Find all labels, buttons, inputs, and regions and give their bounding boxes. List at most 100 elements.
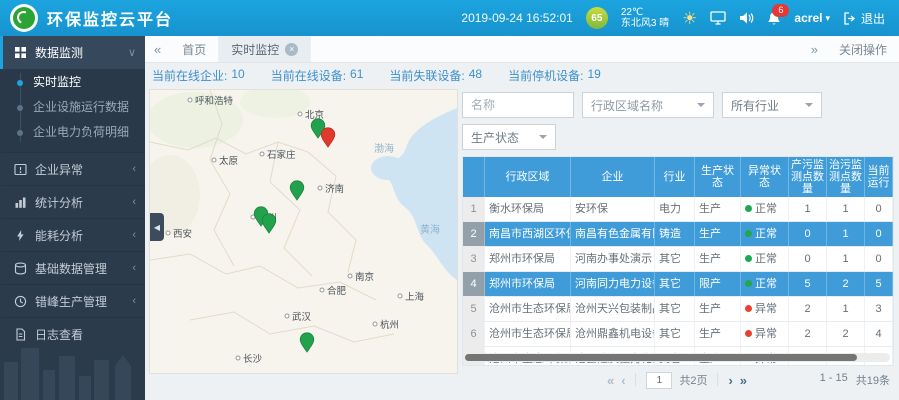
speaker-icon[interactable]: [739, 11, 754, 25]
horizontal-scrollbar[interactable]: [464, 353, 890, 362]
col-running[interactable]: 当前运行: [865, 157, 893, 197]
datetime: 2019-09-24 16:52:01: [461, 11, 572, 25]
chevron-left-icon: ‹: [132, 229, 136, 241]
tabs-scroll-left-icon[interactable]: «: [145, 42, 170, 57]
col-prod-status[interactable]: 生产状态: [695, 157, 741, 197]
sidebar-item-enterprise-abnormal[interactable]: 企业异常 ‹: [0, 152, 145, 185]
logout-icon: [843, 12, 857, 25]
table-row[interactable]: 5 沧州市生态环保局 沧州天兴包装制品 其它 生产 异常 2 1 3: [463, 297, 893, 322]
col-industry[interactable]: 行业: [655, 157, 695, 197]
next-page-button[interactable]: ›: [728, 374, 732, 387]
lost-devices-value: 48: [469, 67, 482, 84]
header-right: 2019-09-24 16:52:01 65 22℃ 东北风3 晴 ☀ 6 ac…: [461, 7, 899, 29]
sidebar-item-staggered-production[interactable]: 错峰生产管理 ‹: [0, 284, 145, 317]
city-label: 石家庄: [267, 149, 296, 161]
weather-block: 22℃ 东北风3 晴: [621, 7, 669, 29]
table-row-selected[interactable]: 2 南昌市西湖区环保 南昌有色金属有限 铸造 生产 正常 0 1 0: [463, 222, 893, 247]
grid-icon: [13, 46, 27, 59]
clock-icon: [13, 295, 27, 308]
online-companies-label: 当前在线企业:: [152, 67, 227, 84]
table-row[interactable]: 1 衡水环保局 安环保 电力 生产 正常 1 1 0: [463, 197, 893, 222]
monitor-icon[interactable]: [710, 11, 726, 25]
status-dot-green: [745, 205, 752, 212]
chevron-down-icon: ∨: [128, 46, 136, 59]
app-screen: 环保监控云平台 2019-09-24 16:52:01 65 22℃ 东北风3 …: [0, 0, 899, 400]
sidebar: 数据监测 ∨ 实时监控 企业设施运行数据 企业电力负荷明细 企业异常 ‹ 统计分…: [0, 36, 145, 400]
city-label: 南京: [355, 271, 374, 283]
chevron-left-icon: ‹: [132, 196, 136, 208]
name-filter-field[interactable]: [462, 92, 574, 118]
first-page-button[interactable]: «: [607, 374, 614, 387]
china-map[interactable]: 呼和浩特 北京 石家庄 太原 济南 郑州 西安 南京 合肥 上海 武汉 杭州 长…: [150, 90, 457, 373]
chevron-left-icon: ‹: [132, 262, 136, 274]
sidebar-item-energy-analysis[interactable]: 能耗分析 ‹: [0, 218, 145, 251]
tab-realtime-monitor[interactable]: 实时监控 ×: [219, 36, 311, 62]
col-treatment-points[interactable]: 治污监测点数量: [827, 157, 865, 197]
bar-chart-icon: [13, 196, 27, 209]
col-pollution-points[interactable]: 产污监测点数量: [789, 157, 827, 197]
sidebar-item-facility-data[interactable]: 企业设施运行数据: [0, 95, 145, 120]
sidebar-item-data-monitor[interactable]: 数据监测 ∨: [0, 36, 145, 69]
aqi-badge: 65: [586, 7, 608, 29]
city-label: 西安: [173, 228, 192, 240]
sidebar-item-base-data[interactable]: 基础数据管理 ‹: [0, 251, 145, 284]
sidebar-item-statistics[interactable]: 统计分析 ‹: [0, 185, 145, 218]
database-icon: [13, 262, 27, 275]
status-filter-select[interactable]: 生产状态: [462, 124, 556, 150]
pagination-bar: « ‹ │ 共2页 │ › » 1 - 15 共19条: [462, 368, 892, 392]
sidebar-item-power-load-detail[interactable]: 企业电力负荷明细: [0, 120, 145, 145]
table-row[interactable]: 3 郑州市环保局 河南办事处演示 其它 生产 正常 0 1 0: [463, 247, 893, 272]
record-range: 1 - 15: [820, 372, 848, 388]
close-tab-icon[interactable]: ×: [285, 43, 298, 56]
close-operations-button[interactable]: 关闭操作: [839, 41, 887, 58]
chevron-left-icon: ‹: [132, 295, 136, 307]
last-page-button[interactable]: »: [740, 374, 747, 387]
col-company[interactable]: 企业: [571, 157, 655, 197]
col-rownum: [463, 157, 485, 197]
col-abnormal-status[interactable]: 异常状态: [741, 157, 789, 197]
sun-icon: ☀: [682, 10, 697, 27]
chevron-down-icon: ▾: [825, 13, 830, 24]
notification-badge: 6: [772, 4, 789, 17]
username: acrel: [794, 11, 822, 25]
prev-page-button[interactable]: ‹: [621, 374, 625, 387]
total-pages-label: 共2页: [679, 372, 707, 388]
status-dot-green: [745, 230, 752, 237]
chevron-left-icon: ‹: [132, 163, 136, 175]
status-dot-red: [745, 305, 752, 312]
bell-icon[interactable]: 6: [767, 11, 781, 26]
app-title: 环保监控云平台: [47, 6, 173, 30]
chevron-down-icon: [539, 135, 547, 143]
status-dot-red: [745, 330, 752, 337]
status-dot-green: [745, 280, 752, 287]
region-filter-select[interactable]: 行政区域名称: [582, 92, 714, 118]
name-input[interactable]: [463, 93, 573, 117]
city-label: 武汉: [292, 311, 312, 323]
tab-home[interactable]: 首页: [170, 36, 219, 62]
status-dot-green: [745, 255, 752, 262]
temperature: 22℃: [621, 7, 669, 18]
tabs-scroll-right-icon[interactable]: »: [802, 42, 827, 57]
table-row-selected[interactable]: 4 郑州市环保局 河南同力电力设备 其它 限产 正常 5 2 5: [463, 272, 893, 297]
enterprise-table: 行政区域 企业 行业 生产状态 异常状态 产污监测点数量 治污监测点数量 当前运…: [462, 156, 894, 366]
status-summary: 当前在线企业:10 当前在线设备:61 当前失联设备:48 当前停机设备:19: [152, 67, 601, 84]
user-menu[interactable]: acrel ▾: [794, 11, 830, 25]
sidebar-item-realtime-monitor[interactable]: 实时监控: [0, 70, 145, 95]
logout-button[interactable]: 退出: [843, 10, 885, 27]
city-skyline-decoration: [0, 330, 145, 400]
city-label: 呼和浩特: [195, 95, 234, 107]
tab-bar: « 首页 实时监控 × » 关闭操作: [145, 36, 899, 63]
table-row[interactable]: 6 沧州市生态环保局 沧州鼎鑫机电设备 其它 生产 异常 2 2 4: [463, 322, 893, 347]
map-collapse-handle[interactable]: ◀: [150, 213, 164, 241]
industry-filter-select[interactable]: 所有行业: [722, 92, 822, 118]
page-input[interactable]: [646, 372, 672, 389]
col-region[interactable]: 行政区域: [485, 157, 571, 197]
city-label: 太原: [219, 155, 238, 167]
scrollbar-thumb[interactable]: [465, 354, 857, 361]
window-alert-icon: [13, 163, 27, 176]
app-logo-icon: [10, 4, 38, 32]
chevron-down-icon: [697, 103, 705, 111]
online-devices-label: 当前在线设备:: [271, 67, 346, 84]
top-header: 环保监控云平台 2019-09-24 16:52:01 65 22℃ 东北风3 …: [0, 0, 899, 36]
record-info: 1 - 15 共19条: [820, 372, 892, 388]
